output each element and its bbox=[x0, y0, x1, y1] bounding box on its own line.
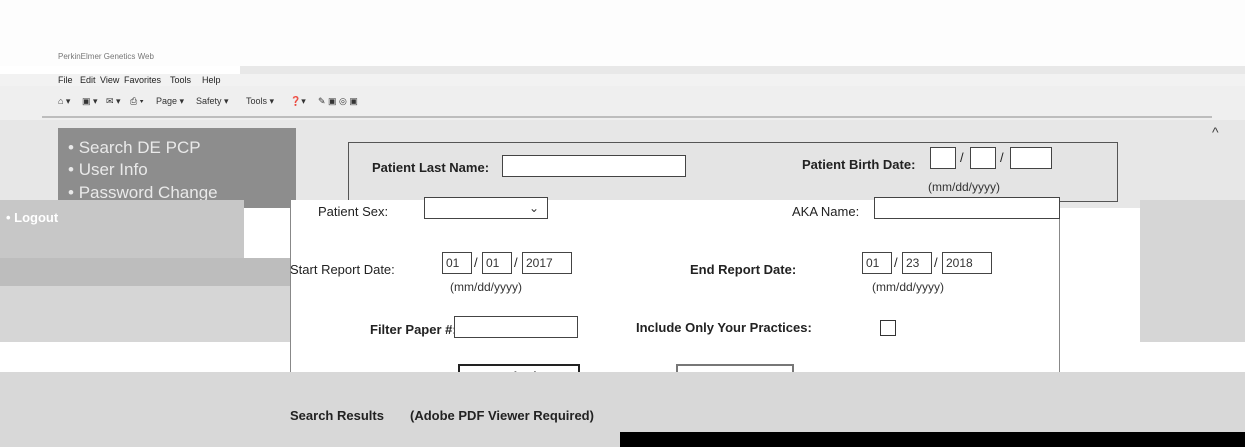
nav-item-search-de-pcp[interactable]: • Search DE PCP bbox=[68, 138, 201, 158]
patient-sex-select[interactable]: ⌄ bbox=[424, 197, 548, 219]
date-separator: / bbox=[934, 255, 938, 270]
birth-month-input[interactable] bbox=[930, 147, 956, 169]
mail-icon[interactable]: ✉ ▾ bbox=[106, 95, 121, 107]
logout-panel: • Logout bbox=[0, 200, 244, 258]
include-practices-checkbox[interactable] bbox=[880, 320, 896, 336]
start-report-date-label: Start Report Date: bbox=[290, 262, 395, 277]
menu-file[interactable]: File bbox=[58, 74, 73, 86]
patient-sex-label: Patient Sex: bbox=[318, 204, 389, 219]
menu-view[interactable]: View bbox=[100, 74, 119, 86]
research-icon[interactable]: ✎ ▣ ◎ ▣ bbox=[318, 95, 358, 107]
nav-spacer bbox=[0, 258, 290, 286]
end-month-input[interactable]: 01 bbox=[862, 252, 892, 274]
birth-day-input[interactable] bbox=[970, 147, 996, 169]
birth-year-input[interactable] bbox=[1010, 147, 1052, 169]
logout-label: Logout bbox=[14, 210, 59, 225]
end-year-input[interactable]: 2018 bbox=[942, 252, 992, 274]
search-results-heading: Search Results bbox=[290, 408, 384, 423]
start-date-hint: (mm/dd/yyyy) bbox=[450, 280, 522, 294]
filter-paper-label: Filter Paper #: bbox=[370, 322, 457, 337]
date-separator: / bbox=[474, 255, 478, 270]
help-icon[interactable]: ❓▾ bbox=[290, 95, 306, 107]
menu-edit[interactable]: Edit bbox=[80, 74, 96, 86]
nav-item-label: User Info bbox=[78, 160, 148, 179]
patient-last-name-input[interactable] bbox=[502, 155, 686, 177]
menu-help[interactable]: Help bbox=[202, 74, 221, 86]
chevron-down-icon: ⌄ bbox=[528, 201, 539, 215]
date-separator: / bbox=[894, 255, 898, 270]
nav-item-label: Search DE PCP bbox=[78, 138, 201, 157]
menu-bar: File Edit View Favorites Tools Help bbox=[0, 74, 1245, 86]
logout-link[interactable]: • Logout bbox=[6, 210, 58, 225]
print-icon[interactable]: ⎙ ▾ bbox=[130, 95, 143, 107]
end-date-hint: (mm/dd/yyyy) bbox=[872, 280, 944, 294]
page-menu[interactable]: Page ▾ bbox=[156, 95, 184, 107]
patient-birth-date-label: Patient Birth Date: bbox=[802, 157, 916, 172]
nav-item-user-info[interactable]: • User Info bbox=[68, 160, 148, 180]
side-band bbox=[0, 286, 290, 342]
aka-name-label: AKA Name: bbox=[792, 204, 860, 219]
safety-menu[interactable]: Safety ▾ bbox=[196, 95, 229, 107]
left-nav: • Search DE PCP • User Info • Password C… bbox=[58, 128, 296, 208]
birth-date-hint: (mm/dd/yyyy) bbox=[928, 180, 1000, 194]
start-day-input[interactable]: 01 bbox=[482, 252, 512, 274]
results-table-header bbox=[620, 432, 1245, 447]
date-separator: / bbox=[960, 150, 964, 165]
right-margin-strip bbox=[1140, 200, 1245, 342]
aka-name-input[interactable] bbox=[874, 197, 1060, 219]
end-day-input[interactable]: 23 bbox=[902, 252, 932, 274]
tools-menu[interactable]: Tools ▾ bbox=[246, 95, 274, 107]
include-practices-label: Include Only Your Practices: bbox=[636, 320, 812, 335]
search-form-body bbox=[290, 200, 1060, 390]
menu-favorites[interactable]: Favorites bbox=[124, 74, 161, 86]
command-bar: ⌂ ▾ ▣ ▾ ✉ ▾ ⎙ ▾ Page ▾ Safety ▾ Tools ▾ … bbox=[0, 86, 1245, 120]
address-bar-strip bbox=[240, 66, 1245, 74]
start-year-input[interactable]: 2017 bbox=[522, 252, 572, 274]
pdf-viewer-note: (Adobe PDF Viewer Required) bbox=[410, 408, 594, 423]
start-month-input[interactable]: 01 bbox=[442, 252, 472, 274]
feeds-icon[interactable]: ▣ ▾ bbox=[82, 95, 98, 107]
home-icon[interactable]: ⌂ ▾ bbox=[58, 95, 70, 107]
browser-tab[interactable]: PerkinElmer Genetics Web bbox=[58, 52, 233, 66]
filter-paper-input[interactable] bbox=[454, 316, 578, 338]
scroll-up-icon[interactable]: ^ bbox=[1212, 124, 1219, 140]
page-divider bbox=[42, 116, 1212, 118]
end-report-date-label: End Report Date: bbox=[690, 262, 797, 277]
menu-tools[interactable]: Tools bbox=[170, 74, 191, 86]
patient-last-name-label: Patient Last Name: bbox=[372, 160, 490, 175]
date-separator: / bbox=[1000, 150, 1004, 165]
date-separator: / bbox=[514, 255, 518, 270]
